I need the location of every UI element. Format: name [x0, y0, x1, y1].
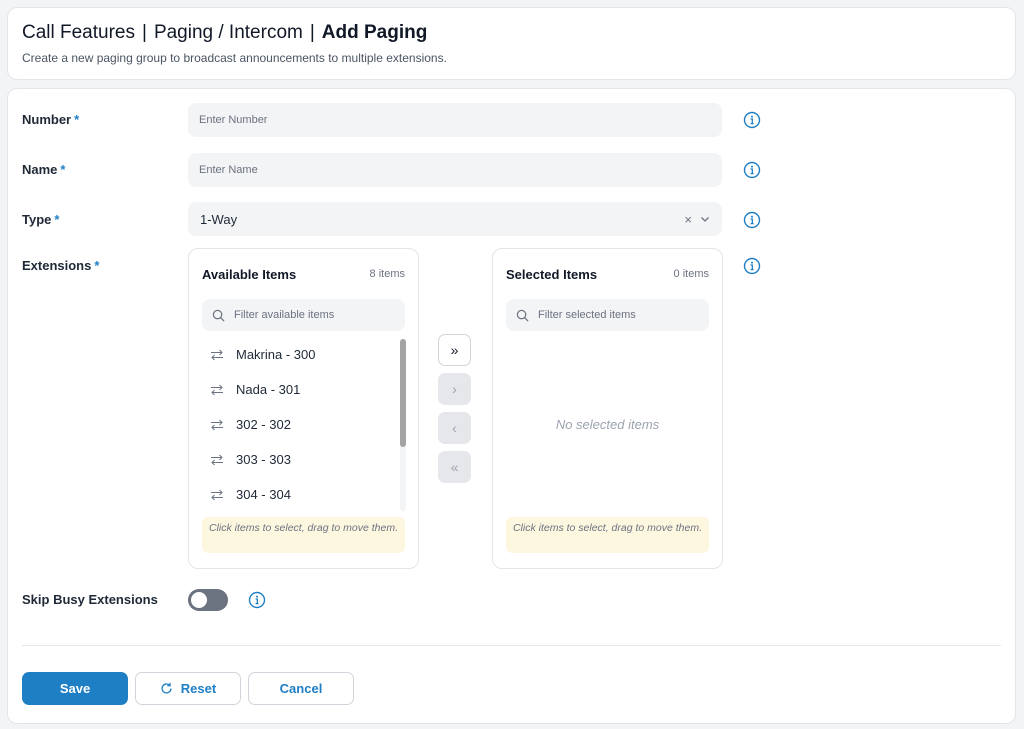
- chevron-down-icon[interactable]: [700, 214, 710, 224]
- move-left-button[interactable]: ‹: [438, 412, 471, 444]
- selected-filter-input[interactable]: [538, 309, 698, 321]
- selected-hint: Click items to select, drag to move them…: [506, 517, 709, 553]
- list-item[interactable]: Nada - 301: [202, 372, 407, 407]
- reset-button[interactable]: Reset: [135, 672, 241, 705]
- skip-busy-label: Skip Busy Extensions: [22, 592, 158, 607]
- breadcrumb: Call Features | Paging / Intercom | Add Pagi…: [22, 22, 427, 44]
- clear-icon[interactable]: ×: [684, 212, 692, 227]
- list-item[interactable]: 304 - 304: [202, 477, 407, 512]
- skip-busy-toggle[interactable]: [188, 589, 228, 611]
- search-icon: [516, 309, 529, 321]
- paging-form: Number* Name* Type* 1-Way × Extensions* …: [7, 88, 1016, 724]
- available-items-title: Available Items: [202, 267, 297, 282]
- available-scrollbar[interactable]: [400, 339, 406, 511]
- save-button[interactable]: Save: [22, 672, 128, 705]
- selected-items-title: Selected Items: [506, 267, 598, 282]
- extensions-label: Extensions *: [22, 258, 100, 273]
- swap-icon: [211, 349, 223, 360]
- breadcrumb-paging-intercom[interactable]: Paging / Intercom: [154, 22, 303, 43]
- skip-busy-info-icon[interactable]: [248, 591, 266, 609]
- type-selected-value: 1-Way: [200, 211, 238, 227]
- number-label: Number *: [22, 112, 80, 127]
- type-info-icon[interactable]: [743, 211, 761, 229]
- empty-state: No selected items: [555, 417, 660, 432]
- available-items-count: 8 items: [369, 268, 405, 280]
- number-input[interactable]: [188, 103, 722, 137]
- move-all-right-button[interactable]: »: [438, 334, 471, 366]
- breadcrumb-separator: |: [142, 22, 147, 43]
- type-select[interactable]: 1-Way ×: [188, 202, 722, 236]
- number-info-icon[interactable]: [743, 111, 761, 129]
- available-hint: Click items to select, drag to move them…: [202, 517, 405, 553]
- list-item[interactable]: Makrina - 300: [202, 337, 407, 372]
- swap-icon: [211, 384, 223, 395]
- page-subtitle: Create a new paging group to broadcast a…: [22, 51, 447, 65]
- available-filter[interactable]: [202, 299, 405, 331]
- swap-icon: [211, 419, 223, 430]
- available-filter-input[interactable]: [234, 309, 394, 321]
- name-input[interactable]: [188, 153, 722, 187]
- page-title: Add Paging: [321, 22, 428, 43]
- name-label: Name *: [22, 162, 66, 177]
- divider: [22, 645, 1001, 646]
- refresh-icon: [161, 682, 172, 694]
- page-header: Call Features | Paging / Intercom | Add Pagi…: [7, 7, 1016, 80]
- move-right-button[interactable]: ›: [438, 373, 471, 405]
- name-info-icon[interactable]: [743, 161, 761, 179]
- breadcrumb-separator: |: [309, 22, 315, 43]
- swap-icon: [211, 454, 223, 465]
- list-item[interactable]: 302 - 302: [202, 407, 407, 442]
- extensions-info-icon[interactable]: [743, 257, 761, 275]
- selected-filter[interactable]: [506, 299, 709, 331]
- available-items-panel: Available Items 8 items Makrina - 300 Na…: [188, 248, 419, 569]
- cancel-button[interactable]: Cancel: [248, 672, 354, 705]
- list-item[interactable]: 303 - 303: [202, 442, 407, 477]
- type-label: Type *: [22, 212, 60, 227]
- toggle-knob: [191, 592, 207, 608]
- selected-items-panel: Selected Items 0 items No selected items…: [492, 248, 723, 569]
- breadcrumb-call-features[interactable]: Call Features: [22, 22, 135, 43]
- swap-icon: [211, 489, 223, 500]
- selected-items-count: 0 items: [673, 268, 709, 280]
- move-all-left-button[interactable]: «: [438, 451, 471, 483]
- search-icon: [212, 309, 225, 321]
- available-items-list[interactable]: Makrina - 300 Nada - 301 302 - 302 303 -…: [202, 337, 407, 512]
- reset-label: Reset: [180, 681, 217, 696]
- scrollbar-thumb[interactable]: [400, 339, 406, 447]
